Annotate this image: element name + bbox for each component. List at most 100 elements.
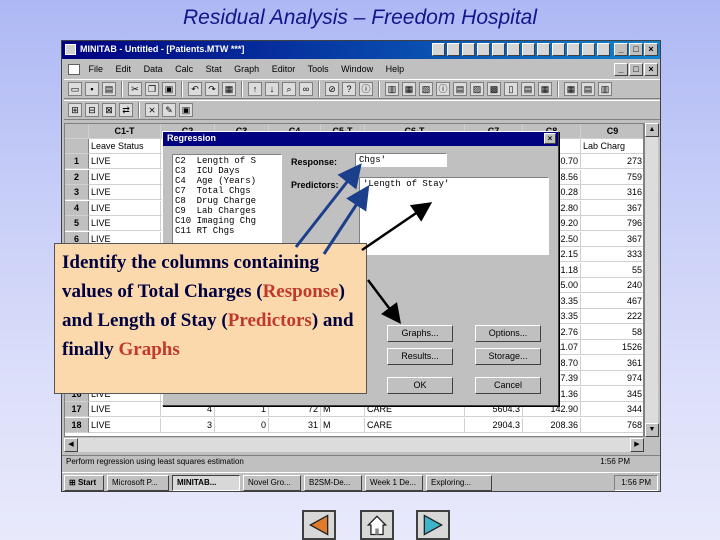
taskbar-item-b2sm[interactable]: B2SM-De... [304, 475, 362, 491]
menu-graph[interactable]: Graph [234, 64, 259, 74]
prev-slide-button[interactable] [302, 510, 336, 540]
info-icon[interactable]: ⓘ [359, 82, 373, 96]
grid-icon[interactable]: ▦ [564, 82, 578, 96]
shortcut-icon[interactable] [597, 43, 610, 56]
column-header[interactable]: C1-T [89, 124, 161, 139]
copy-icon[interactable]: ❐ [145, 82, 159, 96]
doc-close-button[interactable]: × [644, 63, 658, 76]
close-button[interactable]: × [644, 43, 658, 56]
menu-help[interactable]: Help [386, 64, 405, 74]
undo-icon[interactable]: ↶ [188, 82, 202, 96]
data-cell[interactable]: 58 [581, 325, 643, 340]
data-cell[interactable]: LIVE [89, 402, 161, 417]
cancel-icon[interactable]: ⊘ [325, 82, 339, 96]
response-input[interactable]: Chgs' [355, 153, 447, 167]
scroll-up-icon[interactable]: ▲ [645, 123, 659, 137]
paste-icon[interactable]: ▣ [162, 82, 176, 96]
data-cell[interactable]: 974 [581, 371, 643, 386]
format-icon[interactable]: ▣ [179, 103, 193, 117]
data-cell[interactable]: 55 [581, 263, 643, 278]
data-cell[interactable]: LIVE [89, 216, 161, 231]
shortcut-icon[interactable] [582, 43, 595, 56]
variable-list-item[interactable]: C8 Drug Charge [175, 196, 279, 206]
row-number[interactable]: 17 [65, 402, 89, 417]
help-icon[interactable]: ? [342, 82, 356, 96]
move-columns-icon[interactable]: ⇄ [119, 103, 133, 117]
shortcut-icon[interactable] [537, 43, 550, 56]
history-icon[interactable]: ▤ [453, 82, 467, 96]
variable-list-item[interactable]: C11 RT Chgs [175, 226, 279, 236]
data-cell[interactable]: 3 [161, 417, 215, 433]
insert-rows-icon[interactable]: ⊟ [85, 103, 99, 117]
doc-restore-button[interactable]: □ [629, 63, 643, 76]
vertical-scrollbar[interactable]: ▲ ▼ [644, 123, 659, 437]
shortcut-icon[interactable] [447, 43, 460, 56]
dialog-close-button[interactable]: × [544, 133, 556, 144]
menu-editor[interactable]: Editor [272, 64, 296, 74]
insert-cells-icon[interactable]: ⊞ [68, 103, 82, 117]
save-icon[interactable]: ▪ [85, 82, 99, 96]
shortcut-icon[interactable] [492, 43, 505, 56]
edit-cells-icon[interactable]: ✎ [162, 103, 176, 117]
redo-icon[interactable]: ↷ [205, 82, 219, 96]
graphs-button[interactable]: Graphs... [387, 325, 453, 342]
data-cell[interactable]: 2904.3 [465, 417, 523, 433]
scroll-right-icon[interactable]: ▶ [630, 438, 644, 452]
data-cell[interactable]: 31 [269, 417, 321, 433]
data-cell[interactable]: 1526 [581, 340, 643, 355]
column-header[interactable]: C9 [581, 124, 643, 139]
project-icon[interactable]: ▩ [487, 82, 501, 96]
ok-button[interactable]: OK [387, 377, 453, 394]
corner-cell[interactable] [65, 124, 89, 139]
data-cell[interactable]: LIVE [89, 169, 161, 185]
session-icon[interactable]: ▥ [385, 82, 399, 96]
data-cell[interactable]: LIVE [89, 200, 161, 216]
storage-button[interactable]: Storage... [475, 348, 541, 365]
home-button[interactable] [360, 510, 394, 540]
binoculars-icon[interactable]: ∞ [299, 82, 313, 96]
insert-columns-icon[interactable]: ⊠ [102, 103, 116, 117]
taskbar-item-week1[interactable]: Week 1 De... [365, 475, 423, 491]
table-icon[interactable]: ▤ [581, 82, 595, 96]
variable-list-item[interactable]: C7 Total Chgs [175, 186, 279, 196]
scroll-left-icon[interactable]: ◀ [64, 438, 78, 452]
manager-icon[interactable]: ▦ [538, 82, 552, 96]
shortcut-icon[interactable] [522, 43, 535, 56]
results-button[interactable]: Results... [387, 348, 453, 365]
data-window-icon[interactable]: ▤ [521, 82, 535, 96]
data-cell[interactable]: LIVE [89, 185, 161, 200]
data-cell[interactable]: 796 [581, 216, 643, 231]
chart-icon[interactable]: ▯ [504, 82, 518, 96]
arrow-up-icon[interactable]: ↑ [248, 82, 262, 96]
row-number[interactable]: 18 [65, 417, 89, 433]
last-dialog-icon[interactable]: ▦ [222, 82, 236, 96]
taskbar-item-groupwise[interactable]: Novel Gro... [243, 475, 301, 491]
data-cell[interactable]: 240 [581, 278, 643, 293]
shortcut-icon[interactable] [507, 43, 520, 56]
data-cell[interactable]: 208.36 [523, 417, 581, 433]
start-button[interactable]: ⊞ Start [64, 475, 104, 491]
menu-file[interactable]: File [89, 64, 104, 74]
data-cell[interactable]: 467 [581, 294, 643, 309]
worksheet-icon[interactable]: ▦ [402, 82, 416, 96]
graph-folder-icon[interactable]: ▧ [419, 82, 433, 96]
data-cell[interactable]: 759 [581, 170, 643, 185]
variable-list-item[interactable]: C10 Imaging Chg [175, 216, 279, 226]
column-name-cell[interactable]: Lab Charg [581, 139, 643, 154]
data-cell[interactable]: 0 [215, 417, 269, 433]
variable-list[interactable]: C2 Length of S C3 ICU Days C4 Age (Years) C… [172, 154, 282, 244]
menu-data[interactable]: Data [144, 64, 163, 74]
data-cell[interactable]: 222 [581, 309, 643, 324]
report-icon[interactable]: ▨ [470, 82, 484, 96]
shortcut-icon[interactable] [567, 43, 580, 56]
data-cell[interactable]: 316 [581, 185, 643, 200]
row-number[interactable]: 5 [65, 216, 89, 231]
shortcut-icon[interactable] [552, 43, 565, 56]
doc-minimize-button[interactable]: _ [614, 63, 628, 76]
cut-icon[interactable]: ✂ [128, 82, 142, 96]
row-number[interactable]: 4 [65, 200, 89, 216]
data-cell[interactable]: 273 [581, 154, 643, 169]
taskbar-item-exploring[interactable]: Exploring... [426, 475, 492, 491]
scroll-down-icon[interactable]: ▼ [645, 423, 659, 437]
data-cell[interactable]: M [321, 417, 365, 433]
